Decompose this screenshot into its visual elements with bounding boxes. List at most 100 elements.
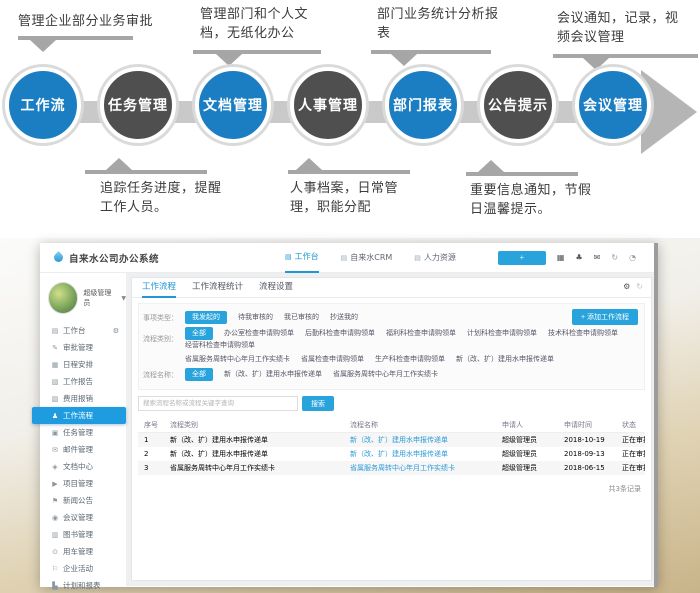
filter-chip-category[interactable]: 经营科检查申请购领单 [185,340,255,351]
workflow-icon: ♟ [50,412,60,420]
filter-chip-to-review[interactable]: 待我审核的 [238,312,273,323]
sidebar-item-news[interactable]: ⚑ 新闻公告 [40,492,126,509]
chart-icon: ▙ [50,582,60,590]
add-workflow-button[interactable]: + 添加工作流程 [572,309,638,325]
sidebar-item-doc-center[interactable]: ◈ 文档中心 [40,458,126,475]
flow-step-task: 任务管理 [100,67,176,143]
table-row[interactable]: 1 新（改、扩）建用水申报传递单 新（改、扩）建用水申报传递单 超级管理员 20… [138,433,645,447]
filter-chip-initiated[interactable]: 我发起的 [185,311,227,324]
grid-icon: ▤ [341,243,348,273]
sidebar-item-library[interactable]: ▥ 图书管理 [40,526,126,543]
water-drop-logo-icon [52,251,65,264]
sidebar-item-plan-report[interactable]: ▙ 计划和报表 [40,577,126,593]
refresh-icon[interactable]: ↻ [611,254,618,262]
gear-icon[interactable]: ⚙ [623,282,630,291]
app-body: 超级管理员 ▼ ▤ 工作台 ⚙ ✎ 审批管理 [40,273,658,586]
filter-chip-category[interactable]: 全部 [185,327,213,340]
approval-icon: ✎ [50,344,60,352]
filter-chip-reviewed[interactable]: 我已审核的 [284,312,319,323]
apps-icon[interactable]: ▦ [557,254,565,262]
theme-icon[interactable]: ♣ [575,254,582,262]
meeting-icon: ◉ [50,514,60,522]
app-screenshot-area: 自来水公司办公系统 ▤ 工作台 ▤ 自来水CRM ▤ 人力资源 [0,238,700,593]
nav-water-crm[interactable]: ▤ 自来水CRM [341,243,393,273]
workflow-link[interactable]: 新（改、扩）建用水申报传递单 [344,435,496,445]
filter-chip-cc[interactable]: 抄送我的 [330,312,358,323]
callout-bar [371,50,491,54]
callout-bar [466,172,578,176]
search-input[interactable] [138,396,298,411]
tab-flow-settings[interactable]: 流程设置 [259,278,293,298]
callout-pointer-icon [106,158,132,170]
filter-chip-category[interactable]: 技术科检查申请购领单 [548,328,618,339]
callout-workflow: 管理企业部分业务审批 [18,13,198,32]
sidebar-item-meeting[interactable]: ◉ 会议管理 [40,509,126,526]
scrollbar[interactable] [654,243,658,587]
filter-chip-category[interactable]: 计划科检查申请购领单 [467,328,537,339]
table-row[interactable]: 2 新（改、扩）建用水申报传递单 新（改、扩）建用水申报传递单 超级管理员 20… [138,447,645,461]
callout-pointer-icon [296,158,322,170]
grid-icon: ▤ [414,243,421,273]
callout-bar [288,170,410,174]
workflow-link[interactable]: 新（改、扩）建用水申报传递单 [344,449,496,459]
sidebar-item-task[interactable]: ▣ 任务管理 [40,424,126,441]
clock-icon[interactable]: ◔ [629,254,636,262]
filter-chip-category[interactable]: 省属服务周转中心年月工作实绩卡 [185,354,290,365]
briefcase-icon: ▤ [50,327,60,335]
flow-step-workflow: 工作流 [5,67,81,143]
book-icon: ▥ [50,531,60,539]
sidebar-item-vehicle[interactable]: ⊙ 用车管理 [40,543,126,560]
sidebar-item-approval[interactable]: ✎ 审批管理 [40,339,126,356]
filter-chip-name[interactable]: 省属服务周转中心年月工作实绩卡 [333,369,438,380]
flow-step-meeting: 会议管理 [575,67,651,143]
sidebar-item-activity[interactable]: ⚐ 企业活动 [40,560,126,577]
flow-step-notice: 公告提示 [480,67,556,143]
filter-label: 流程名称： [143,370,185,380]
sidebar-item-schedule[interactable]: ▦ 日程安排 [40,356,126,373]
nav-workbench[interactable]: ▤ 工作台 [285,243,319,273]
callout-pointer-icon [216,54,242,66]
filter-chip-category[interactable]: 后勤科检查申请购领单 [305,328,375,339]
table-header: 序号 流程类别 流程名称 申请人 申请时间 状态 [138,418,645,433]
filter-chip-category[interactable]: 办公室检查申请购领单 [224,328,294,339]
sidebar-item-project[interactable]: ▶ 项目管理 [40,475,126,492]
tab-workflow-stats[interactable]: 工作流程统计 [192,278,243,298]
refresh-icon[interactable]: ↻ [636,282,643,291]
mail-icon[interactable]: ✉ [594,254,601,262]
sidebar-item-workflow[interactable]: ♟ 工作流程 [32,407,126,424]
search-button[interactable]: 搜索 [302,396,334,411]
header-create-button[interactable]: + [498,251,546,265]
sidebar-item-expense[interactable]: ▨ 费用报销 [40,390,126,407]
table-row[interactable]: 3 省属服务周转中心年月工作实绩卡 省属服务周转中心年月工作实绩卡 超级管理员 … [138,461,645,475]
expense-icon: ▨ [50,395,60,403]
record-count: 共3条记录 [132,484,641,494]
tab-workflow[interactable]: 工作流程 [142,278,176,298]
sidebar-item-mail[interactable]: ✉ 邮件管理 [40,441,126,458]
filter-chip-category[interactable]: 新（改、扩）建用水申报传递单 [456,354,554,365]
content-tabs: 工作流程 工作流程统计 流程设置 ⚙ ↻ [132,278,651,298]
workflow-link[interactable]: 省属服务周转中心年月工作实绩卡 [344,463,496,473]
nav-hr[interactable]: ▤ 人力资源 [414,243,456,273]
filter-chip-category[interactable]: 省属检查申请购领单 [301,354,364,365]
callout-meeting: 会议通知，记录，视频会议管理 [557,10,683,48]
status-badge: 正在审批 [616,435,645,445]
gear-icon[interactable]: ⚙ [113,327,119,335]
filter-panel: + 添加工作流程 事项类型： 我发起的 待我审核的 我已审核的 抄送我的 [138,303,645,390]
callout-document: 管理部门和个人文档，无纸化办公 [200,6,322,44]
callout-report: 部门业务统计分析报表 [377,6,499,44]
status-badge: 正在审批 [616,449,645,459]
callout-bar [553,54,698,58]
sidebar-item-workbench[interactable]: ▤ 工作台 ⚙ [40,322,126,339]
user-profile[interactable]: 超级管理员 ▼ [40,280,126,322]
sidebar-item-work-report[interactable]: ▧ 工作报告 [40,373,126,390]
filter-chip-category[interactable]: 福利科检查申请购领单 [386,328,456,339]
filter-name-row: 流程名称： 全部 新（改、扩）建用水申报传递单 省属服务周转中心年月工作实绩卡 [143,368,638,381]
filter-chip-category[interactable]: 生产科检查申请购领单 [375,354,445,365]
avatar[interactable] [48,282,78,314]
filter-chip-name[interactable]: 新（改、扩）建用水申报传递单 [224,369,322,380]
flow-step-report: 部门报表 [385,67,461,143]
user-name: 超级管理员 [83,288,116,308]
filter-label: 流程类别： [143,334,185,344]
filter-chip-name[interactable]: 全部 [185,368,213,381]
filter-category-row: 流程类别： 全部 办公室检查申请购领单 后勤科检查申请购领单 福利科检查申请购领… [143,327,638,351]
